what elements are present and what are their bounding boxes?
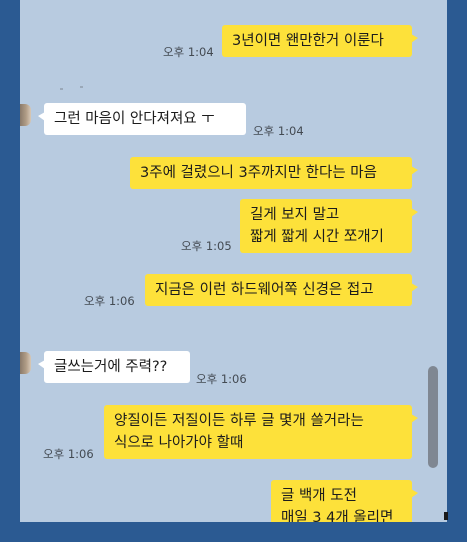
message-time: 오후 1:04 (163, 45, 214, 59)
message-time: 오후 1:06 (43, 447, 94, 461)
chat-bubble-mine[interactable]: 지금은 이런 하드웨어쪽 신경은 접고 (145, 274, 418, 306)
scrollbar-thumb[interactable] (428, 366, 438, 468)
avatar[interactable] (20, 352, 31, 374)
chat-window: 오후 1:04 3년이면 왠만한거 이룬다 그런 마음이 안다져져요 ㅜ 오후 … (20, 0, 447, 522)
chat-bubble-mine[interactable]: 양질이든 저질이든 하루 글 몇개 쓸거라는 식으로 나아가야 할때 (104, 405, 418, 459)
message-text: 글쓰는거에 주력?? (54, 359, 168, 375)
message-time: 오후 1:06 (84, 294, 135, 308)
message-text: 그런 마음이 안다져져요 ㅜ (54, 111, 215, 127)
chat-bubble-mine[interactable]: 3년이면 왠만한거 이룬다 (222, 25, 418, 57)
avatar[interactable] (20, 104, 31, 126)
message-text: 3주에 걸렸으니 3주까지만 한다는 마음 (140, 165, 377, 181)
message-text-line: 짧게 짧게 시간 쪼개기 (250, 229, 384, 245)
message-time: 오후 1:04 (253, 124, 304, 138)
chat-bubble-other[interactable]: 글쓰는거에 주력?? (38, 351, 190, 383)
decorative-speck (80, 86, 83, 88)
message-text-line: 글 백개 도전 (281, 488, 357, 504)
message-text-line: 양질이든 저질이든 하루 글 몇개 쓸거라는 (114, 413, 364, 429)
chat-bubble-mine[interactable]: 3주에 걸렸으니 3주까지만 한다는 마음 (130, 157, 418, 189)
message-text-line: 길게 보지 말고 (250, 207, 340, 223)
message-text-line: 매일 3 4개 올리면 (281, 510, 394, 522)
chat-bubble-other[interactable]: 그런 마음이 안다져져요 ㅜ (38, 103, 246, 135)
message-text: 3년이면 왠만한거 이룬다 (232, 33, 384, 49)
resize-grip[interactable] (444, 512, 448, 520)
window-frame-bottom (0, 522, 467, 542)
chat-bubble-mine[interactable]: 길게 보지 말고 짧게 짧게 시간 쪼개기 (240, 199, 418, 253)
decorative-speck (60, 88, 63, 90)
message-text-line: 식으로 나아가야 할때 (114, 435, 244, 451)
message-time: 오후 1:05 (181, 239, 232, 253)
window-frame-right (447, 0, 467, 542)
message-text: 지금은 이런 하드웨어쪽 신경은 접고 (155, 282, 374, 298)
message-time: 오후 1:06 (196, 372, 247, 386)
chat-bubble-mine[interactable]: 글 백개 도전 매일 3 4개 올리면 (271, 480, 418, 522)
